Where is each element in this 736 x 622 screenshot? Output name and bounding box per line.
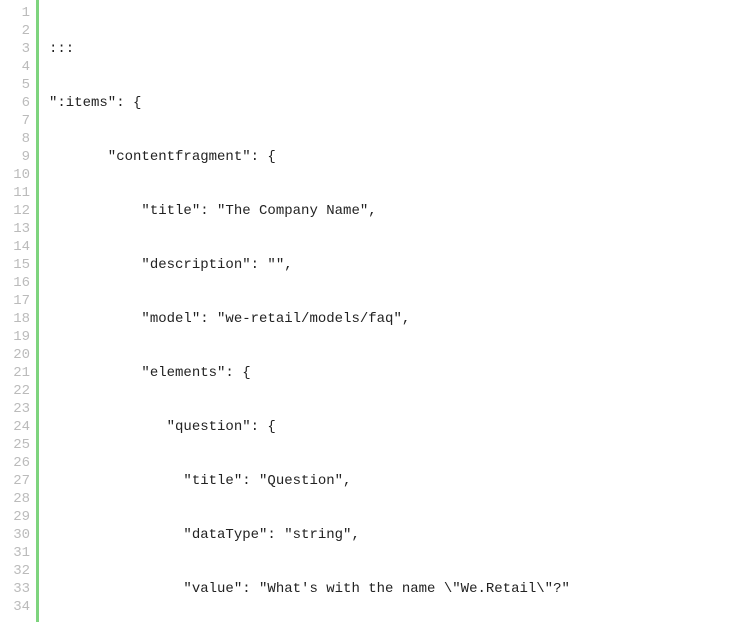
code-line: "title": "The Company Name", (49, 202, 736, 220)
line-number: 6 (0, 94, 30, 112)
line-number: 25 (0, 436, 30, 454)
line-number: 11 (0, 184, 30, 202)
line-number: 30 (0, 526, 30, 544)
code-line: "value": "What's with the name \"We.Reta… (49, 580, 736, 598)
code-line: "contentfragment": { (49, 148, 736, 166)
line-number: 34 (0, 598, 30, 616)
line-number: 10 (0, 166, 30, 184)
code-line: ":items": { (49, 94, 736, 112)
line-number: 26 (0, 454, 30, 472)
line-number: 32 (0, 562, 30, 580)
line-number: 2 (0, 22, 30, 40)
line-number: 31 (0, 544, 30, 562)
line-number: 19 (0, 328, 30, 346)
line-number-gutter: 1 2 3 4 5 6 7 8 9 10 11 12 13 14 15 16 1… (0, 0, 36, 622)
line-number: 4 (0, 58, 30, 76)
line-number: 5 (0, 76, 30, 94)
line-number: 23 (0, 400, 30, 418)
line-number: 21 (0, 364, 30, 382)
line-number: 15 (0, 256, 30, 274)
line-number: 33 (0, 580, 30, 598)
line-number: 16 (0, 274, 30, 292)
line-number: 9 (0, 148, 30, 166)
code-line: ::: (49, 40, 736, 58)
line-number: 13 (0, 220, 30, 238)
code-line: "title": "Question", (49, 472, 736, 490)
line-number: 17 (0, 292, 30, 310)
line-number: 28 (0, 490, 30, 508)
line-number: 1 (0, 4, 30, 22)
line-number: 7 (0, 112, 30, 130)
line-number: 22 (0, 382, 30, 400)
line-number: 27 (0, 472, 30, 490)
code-block: ::: ":items": { "contentfragment": { "ti… (39, 0, 736, 622)
line-number: 3 (0, 40, 30, 58)
line-number: 8 (0, 130, 30, 148)
line-number: 24 (0, 418, 30, 436)
line-number: 29 (0, 508, 30, 526)
code-line: "description": "", (49, 256, 736, 274)
line-number: 18 (0, 310, 30, 328)
code-line: "model": "we-retail/models/faq", (49, 310, 736, 328)
code-line: "question": { (49, 418, 736, 436)
line-number: 20 (0, 346, 30, 364)
line-number: 14 (0, 238, 30, 256)
code-line: "dataType": "string", (49, 526, 736, 544)
code-line: "elements": { (49, 364, 736, 382)
line-number: 12 (0, 202, 30, 220)
